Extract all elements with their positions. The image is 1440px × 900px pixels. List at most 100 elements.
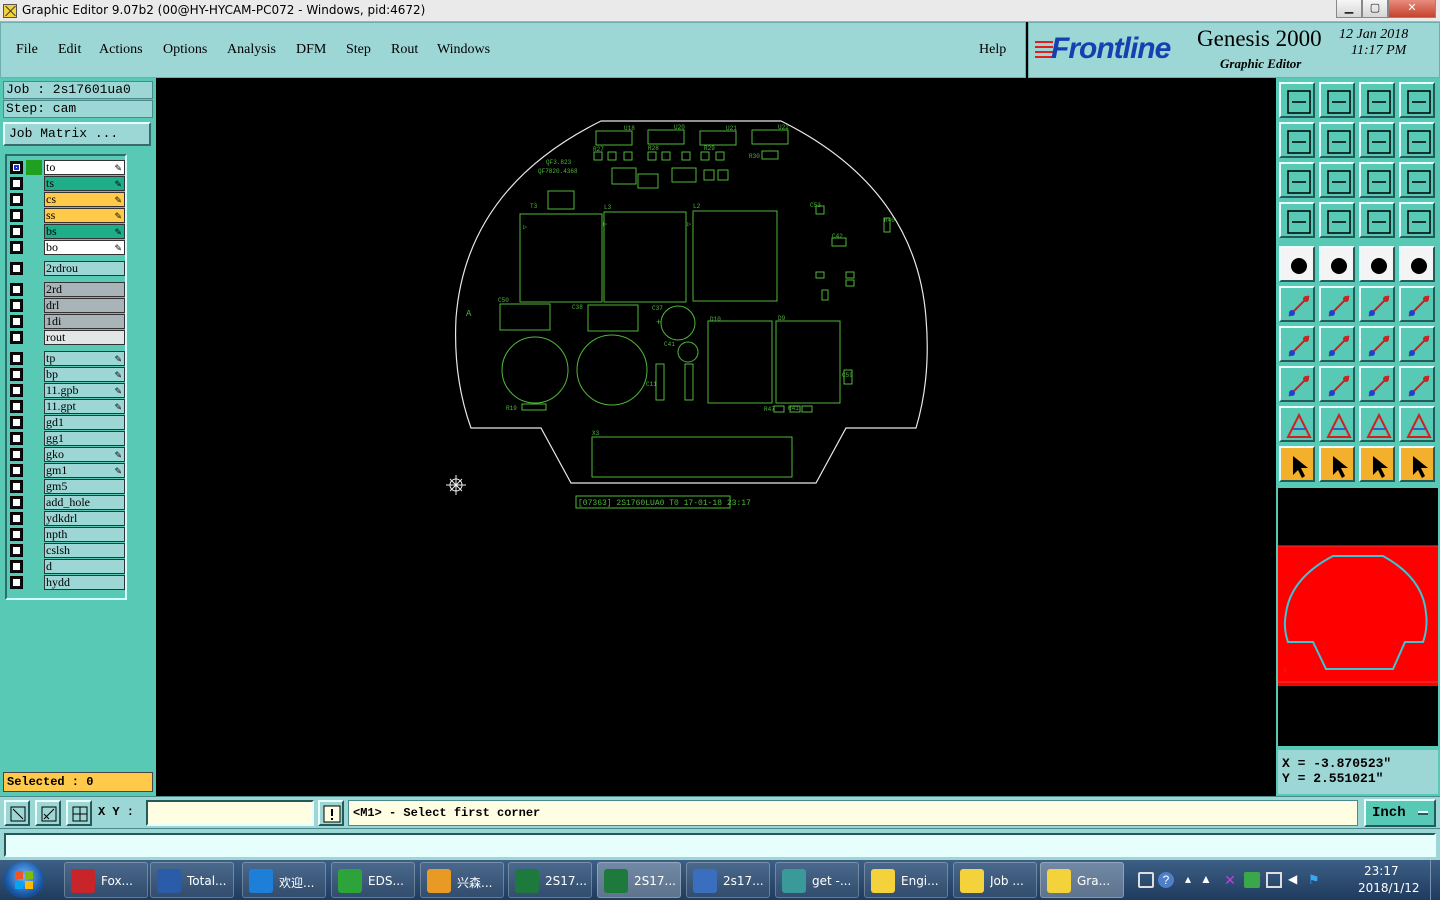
layer-row[interactable]: drl	[9, 298, 125, 313]
app-tray-icon[interactable]	[1244, 872, 1260, 888]
snap-red-button[interactable]	[1359, 202, 1395, 238]
open-job-button[interactable]	[1279, 82, 1315, 118]
mirror-step-button[interactable]	[1399, 122, 1435, 158]
layer-name[interactable]: bo ✎	[44, 240, 125, 255]
layer-name[interactable]: gm5	[44, 479, 125, 494]
layer-name[interactable]: 2rdrou	[44, 261, 125, 276]
keyboard-icon[interactable]	[1138, 872, 1154, 888]
zoom-center-button[interactable]	[1319, 162, 1355, 198]
layer-checkbox[interactable]	[10, 416, 23, 429]
layer-row[interactable]: gd1	[9, 415, 125, 430]
layer-checkbox[interactable]	[10, 161, 23, 174]
menu-actions[interactable]: Actions	[99, 42, 143, 58]
layer-checkbox[interactable]	[10, 464, 23, 477]
pan-step-button[interactable]	[1359, 122, 1395, 158]
taskbar-button[interactable]: Total...	[150, 862, 234, 898]
layer-name[interactable]: npth	[44, 527, 125, 542]
layer-checkbox[interactable]	[10, 177, 23, 190]
layer-checkbox[interactable]	[10, 241, 23, 254]
graphic-canvas[interactable]: U18 U20 U21 U22 QF3.823 QF7820.4368 R27 R28 R2…	[156, 78, 1276, 796]
layer-name[interactable]: hydd	[44, 575, 125, 590]
layer-checkbox[interactable]	[10, 352, 23, 365]
layer-checkbox[interactable]	[10, 400, 23, 413]
redo-step-button[interactable]	[1319, 122, 1355, 158]
select-pad-button[interactable]	[1279, 246, 1315, 282]
group-shapes-button[interactable]	[1399, 366, 1435, 402]
align-line-button[interactable]	[1319, 366, 1355, 402]
layer-checkbox[interactable]	[10, 225, 23, 238]
pointer-select-button[interactable]	[1279, 446, 1315, 482]
menu-rout[interactable]: Rout	[391, 42, 418, 58]
layer-row[interactable]: gko ✎	[9, 447, 125, 462]
maximize-button[interactable]: ▢	[1362, 0, 1388, 18]
menu-windows[interactable]: Windows	[437, 42, 490, 58]
save-step-button[interactable]	[1319, 82, 1355, 118]
grid-button[interactable]	[66, 800, 92, 826]
layer-name[interactable]: 11.gpt ✎	[44, 399, 125, 414]
layer-checkbox[interactable]	[10, 576, 23, 589]
rotate-tool-button[interactable]	[1359, 326, 1395, 362]
show-desktop-button[interactable]	[1430, 860, 1440, 900]
layer-checkbox[interactable]	[10, 560, 23, 573]
layer-name[interactable]: add_hole	[44, 495, 125, 510]
taskbar-button[interactable]: 2S17...	[508, 862, 592, 898]
triangle-b-button[interactable]	[1319, 406, 1355, 442]
help-query-button[interactable]	[1399, 162, 1435, 198]
menu-help[interactable]: Help	[979, 42, 1006, 58]
layer-name[interactable]: drl	[44, 298, 125, 313]
layer-name[interactable]: 1di	[44, 314, 125, 329]
unit-select[interactable]: Inch	[1364, 799, 1436, 827]
taskbar-button[interactable]: EDS...	[331, 862, 415, 898]
layer-name[interactable]: bp ✎	[44, 367, 125, 382]
slash-tool-button[interactable]	[1319, 326, 1355, 362]
triangle-c-button[interactable]	[1359, 406, 1395, 442]
layer-checkbox[interactable]	[10, 315, 23, 328]
menu-step[interactable]: Step	[346, 42, 371, 58]
layer-name[interactable]: d	[44, 559, 125, 574]
help-icon[interactable]: ?	[1158, 872, 1174, 888]
settings-button[interactable]	[1279, 202, 1315, 238]
layer-row[interactable]: bp ✎	[9, 367, 125, 382]
job-matrix-button[interactable]: Job Matrix ...	[3, 122, 151, 146]
layer-name[interactable]: cslsh	[44, 543, 125, 558]
layer-row[interactable]: add_hole	[9, 495, 125, 510]
layer-name[interactable]: ss ✎	[44, 208, 125, 223]
layer-row[interactable]: 1di	[9, 314, 125, 329]
menu-options[interactable]: Options	[163, 42, 207, 58]
layer-name[interactable]: gm1 ✎	[44, 463, 125, 478]
layer-row[interactable]: bo ✎	[9, 240, 125, 255]
layer-name[interactable]: tp ✎	[44, 351, 125, 366]
pointer-box-button[interactable]	[1319, 446, 1355, 482]
resize-box-button[interactable]	[1359, 366, 1395, 402]
layer-row[interactable]: gm5	[9, 479, 125, 494]
layer-name[interactable]: gko ✎	[44, 447, 125, 462]
circle-pad-button[interactable]	[1399, 246, 1435, 282]
layer-row[interactable]: to ✎	[9, 160, 125, 175]
layer-row[interactable]: cslsh	[9, 543, 125, 558]
snap-node-button[interactable]	[1279, 366, 1315, 402]
menu-analysis[interactable]: Analysis	[227, 42, 276, 58]
layer-checkbox[interactable]	[10, 432, 23, 445]
taskbar-button[interactable]: 欢迎...	[242, 862, 326, 898]
move-point-button[interactable]	[1359, 286, 1395, 322]
taskbar-button[interactable]: 2s17...	[686, 862, 770, 898]
taskbar-button[interactable]: Job ...	[953, 862, 1037, 898]
warning-button[interactable]	[318, 800, 344, 826]
layer-row[interactable]: bs ✎	[9, 224, 125, 239]
layer-checkbox[interactable]	[10, 283, 23, 296]
angle-tool-button[interactable]	[1279, 326, 1315, 362]
layer-checkbox[interactable]	[10, 368, 23, 381]
scale-one-to-one-button[interactable]	[1359, 162, 1395, 198]
copy-frame-button[interactable]	[1399, 326, 1435, 362]
menu-dfm[interactable]: DFM	[296, 42, 326, 58]
taskbar-button[interactable]: 兴森...	[420, 862, 504, 898]
add-point-button[interactable]	[1399, 286, 1435, 322]
layer-checkbox[interactable]	[10, 496, 23, 509]
layer-checkbox[interactable]	[10, 528, 23, 541]
layer-row[interactable]: tp ✎	[9, 351, 125, 366]
layer-name[interactable]: gd1	[44, 415, 125, 430]
pointer-circle-button[interactable]	[1359, 446, 1395, 482]
layer-name[interactable]: rout	[44, 330, 125, 345]
layer-checkbox[interactable]	[10, 384, 23, 397]
connect-pads-button[interactable]	[1279, 286, 1315, 322]
